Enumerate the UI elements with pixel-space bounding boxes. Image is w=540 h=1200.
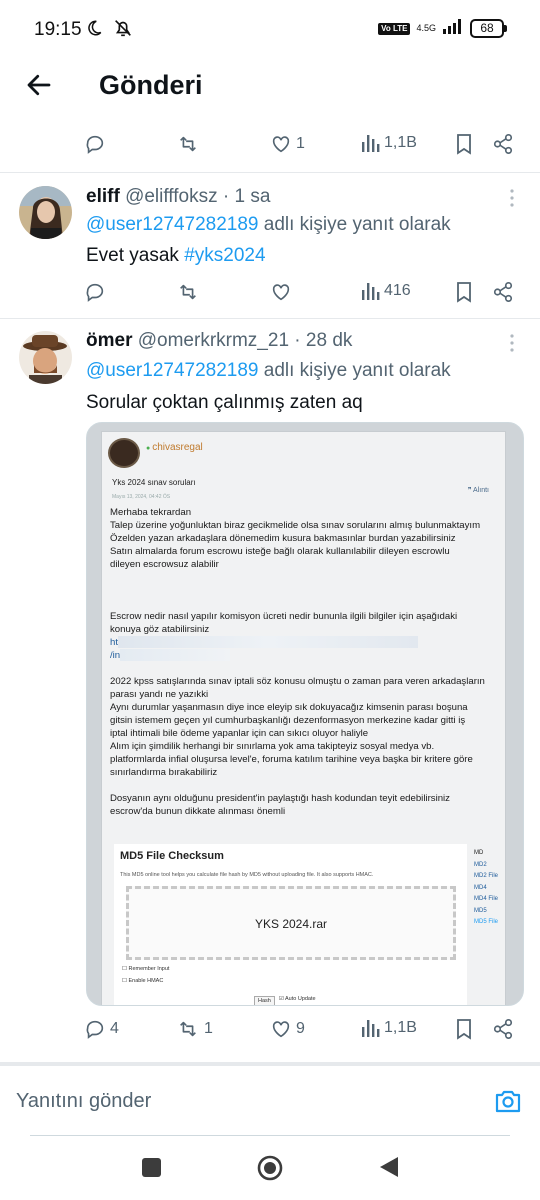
bookmark-icon [457,134,471,155]
views-icon [362,1020,380,1037]
reply-button[interactable] [84,281,110,303]
separator-dot: · [294,330,301,351]
quote-icon: ❞ Alıntı [467,487,489,494]
handle[interactable]: @omerkrkrmz_21 [138,330,289,351]
volte-icon: Vo LTE [378,22,411,35]
separator-dot: · [222,186,230,207]
md5-sidebar: MD MD2 MD2 File MD4 MD4 File MD5 MD5 Fil… [474,850,499,925]
repost-button[interactable] [176,133,204,155]
heart-icon [272,136,290,153]
views-icon [362,283,380,300]
like-button[interactable]: 1 [270,133,305,155]
reply-button[interactable]: 4 [84,1018,119,1040]
back-arrow-icon[interactable] [24,70,54,105]
forum-subject: Yks 2024 sınav soruları [112,478,196,487]
share-icon [493,1019,513,1039]
home-button[interactable] [257,1155,283,1186]
repost-button[interactable] [176,281,204,303]
signal-icon [442,18,464,39]
reply-icon [86,1020,104,1039]
back-button[interactable] [378,1155,400,1184]
top-app-bar: Gönderi [0,56,540,122]
share-button[interactable] [492,281,514,303]
repost-icon [180,284,196,300]
tweet-text: Evet yasak #yks2024 [86,245,266,266]
forum-post-body: Merhaba tekrardan Talep üzerine yoğunluk… [110,507,485,817]
avatar[interactable] [19,186,72,239]
reply-icon [86,135,104,154]
reply-input[interactable]: Yanıtını gönder [16,1090,151,1113]
clock: 19:15 [34,19,82,40]
more-options-icon[interactable] [507,332,517,359]
bookmark-button[interactable] [454,1018,474,1040]
views-icon [362,135,380,152]
mute-icon [112,17,134,44]
views-button[interactable]: 416 [360,281,411,301]
timestamp: 28 dk [305,330,353,351]
redacted-link: ht [110,637,119,648]
display-name[interactable]: ömer [86,330,132,351]
bookmark-button[interactable] [454,133,474,155]
reply-context: @user12747282189 adlı kişiye yanıt olara… [86,360,451,381]
bookmark-button[interactable] [454,281,474,303]
tweet-text: Sorular çoktan çalınmış zaten aq [86,392,363,413]
forum-avatar [108,438,140,468]
repost-icon [180,1021,196,1037]
hashtag-link[interactable]: #yks2024 [184,245,265,266]
heart-icon [272,284,290,301]
redacted-link: /in [110,650,121,661]
file-drop-area: YKS 2024.rar [126,886,456,960]
forum-post-screenshot: chivasregal Yks 2024 sınav soruları Mayı… [101,431,506,1005]
action-bar: 4 1 9 1,1B [84,1018,524,1048]
recents-button[interactable] [142,1158,161,1177]
views-button[interactable]: 1,1B [360,133,417,153]
more-options-icon[interactable] [507,187,517,214]
bookmark-icon [457,282,471,303]
forum-date: Mayıs 13, 2024, 04:42 ÖS [112,494,171,500]
forum-username: chivasregal [146,442,203,453]
like-button[interactable] [270,281,296,303]
divider [0,172,540,173]
action-bar: 416 [84,281,524,311]
reply-button[interactable] [84,133,110,155]
display-name[interactable]: eliff [86,186,120,207]
share-icon [493,282,513,302]
system-nav-bar [0,1140,540,1200]
bookmark-icon [457,1019,471,1040]
tweet-header: eliff @elifffoksz · 1 sa [86,186,270,208]
do-not-disturb-icon [85,19,103,42]
page-title: Gönderi [99,70,203,100]
mention-link[interactable]: @user12747282189 [86,214,258,235]
forum-user-row: chivasregal [108,438,498,468]
repost-icon [180,136,196,152]
network-type: 4.5G [416,23,436,33]
reply-context: @user12747282189 adlı kişiye yanıt olara… [86,214,451,235]
composer-underline [30,1135,510,1136]
divider [0,318,540,319]
avatar[interactable] [19,331,72,384]
camera-icon[interactable] [494,1088,522,1119]
status-bar: 19:15 Vo LTE 4.5G 68 [0,0,540,56]
views-button[interactable]: 1,1B [360,1018,417,1038]
reply-icon [86,283,104,302]
handle[interactable]: @elifffoksz [125,186,218,207]
composer-divider [0,1062,540,1066]
timestamp: 1 sa [234,186,271,207]
action-bar: 1 1,1B [84,133,524,163]
battery-indicator: 68 [470,19,507,38]
mention-link[interactable]: @user12747282189 [86,360,258,381]
share-button[interactable] [492,133,514,155]
like-button[interactable]: 9 [270,1018,305,1040]
share-icon [493,134,513,154]
heart-icon [272,1021,290,1038]
tweet-header: ömer @omerkrkrmz_21 · 28 dk [86,330,352,352]
md5-tool-screenshot: MD5 File Checksum This MD5 online tool h… [114,844,467,1005]
tweet-media-image[interactable]: chivasregal Yks 2024 sınav soruları Mayı… [86,422,524,1006]
share-button[interactable] [492,1018,514,1040]
repost-button[interactable]: 1 [176,1018,213,1040]
